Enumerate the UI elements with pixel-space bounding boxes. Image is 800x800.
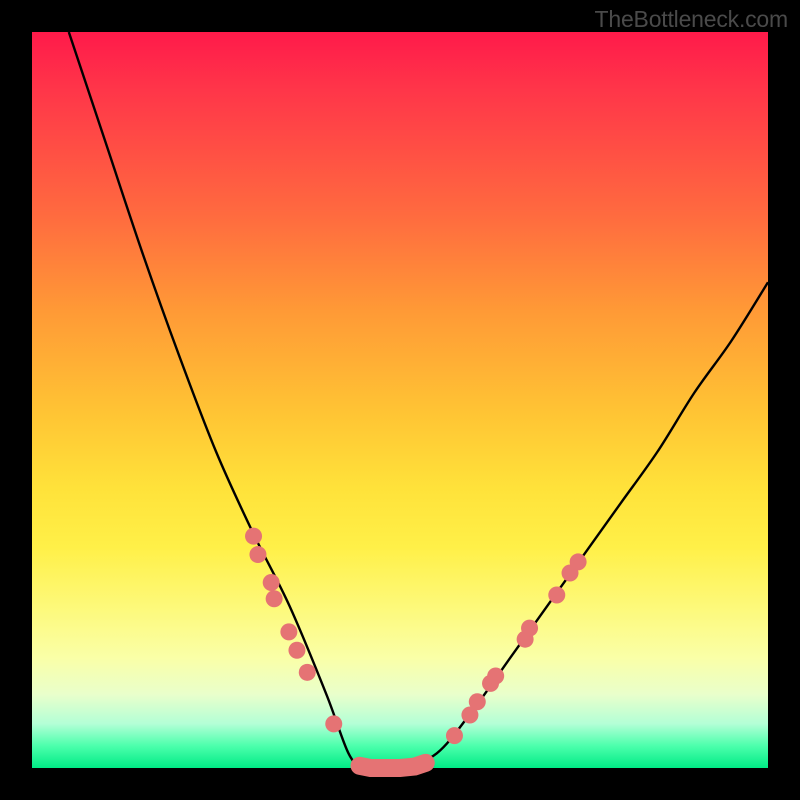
curve-marker — [487, 668, 504, 685]
bottleneck-curve — [69, 32, 768, 769]
curve-marker — [249, 546, 266, 563]
watermark-text: TheBottleneck.com — [595, 6, 788, 33]
plot-area — [32, 32, 768, 768]
curve-marker — [263, 574, 280, 591]
curve-markers — [245, 528, 587, 744]
curve-marker — [548, 587, 565, 604]
curve-marker — [299, 664, 316, 681]
curve-marker — [325, 715, 342, 732]
curve-marker — [446, 727, 463, 744]
curve-marker — [280, 623, 297, 640]
curve-svg — [32, 32, 768, 768]
curve-marker — [245, 528, 262, 545]
bottom-plateau — [360, 763, 426, 768]
curve-marker — [521, 620, 538, 637]
chart-frame: TheBottleneck.com — [0, 0, 800, 800]
curve-marker — [570, 553, 587, 570]
curve-marker — [288, 642, 305, 659]
curve-marker — [469, 693, 486, 710]
curve-marker — [266, 590, 283, 607]
